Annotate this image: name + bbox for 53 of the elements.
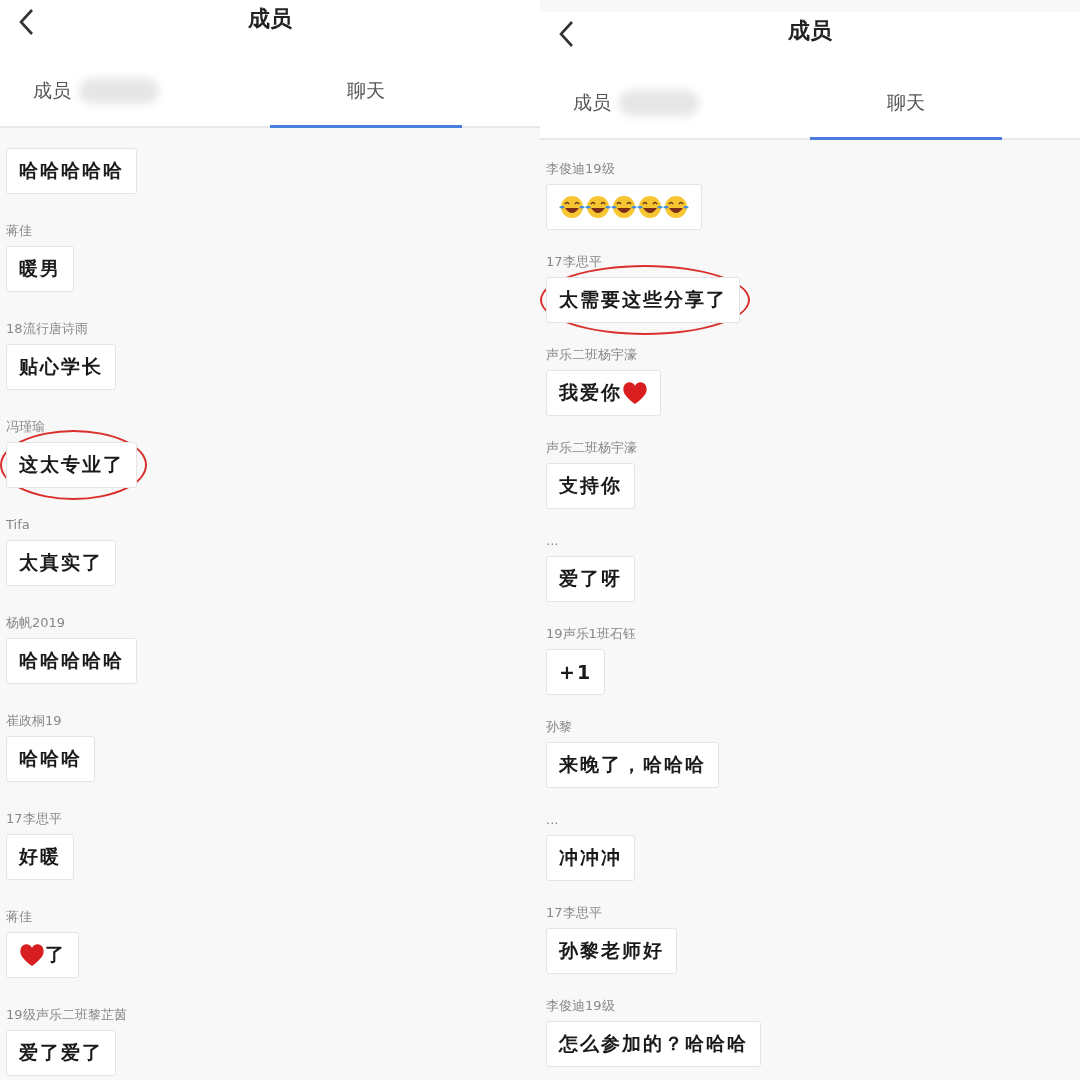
message-bubble: 这太专业了 xyxy=(6,442,137,488)
heart-icon xyxy=(19,943,45,967)
page-title: 成员 xyxy=(788,17,832,45)
laughing-emoji-icon xyxy=(637,195,663,219)
sender-name: 17李思平 xyxy=(546,904,602,922)
sender-name: 18流行唐诗雨 xyxy=(6,320,88,338)
back-icon[interactable] xyxy=(558,20,574,48)
back-icon[interactable] xyxy=(18,8,34,36)
message-bubble: 来晚了，哈哈哈 xyxy=(546,742,719,788)
tab[interactable]: 聊天 xyxy=(270,56,462,128)
message-bubble: 太需要这些分享了 xyxy=(546,277,740,323)
sender-name: 17李思平 xyxy=(6,810,62,828)
message-bubble: 暖男 xyxy=(6,246,74,292)
laughing-emoji-icon xyxy=(585,195,611,219)
sender-name: 冯瑾瑜 xyxy=(6,418,45,436)
message-bubble: 冲冲冲 xyxy=(546,835,635,881)
message-bubble: 爱了呀 xyxy=(546,556,635,602)
sender-name: 19声乐1班石钰 xyxy=(546,625,636,643)
message-bubble: 哈哈哈 xyxy=(6,736,95,782)
sender-name: 声乐二班杨宇濠 xyxy=(546,439,637,457)
sender-name: 17李思平 xyxy=(546,253,602,271)
sender-name: 19级声乐二班黎芷茵 xyxy=(6,1006,127,1024)
laughing-emoji-icon xyxy=(559,195,585,219)
tab[interactable]: 成员 xyxy=(540,68,732,140)
sender-name: 声乐二班杨宇濠 xyxy=(546,346,637,364)
message-bubble: 了 xyxy=(6,932,79,978)
message-bubble: 哈哈哈哈哈 xyxy=(6,148,137,194)
sender-name: ... xyxy=(546,811,559,829)
message-bubble: 太真实了 xyxy=(6,540,116,586)
page-title: 成员 xyxy=(248,5,292,33)
message-bubble: 哈哈哈哈哈 xyxy=(6,638,137,684)
tab[interactable]: 聊天 xyxy=(810,68,1002,140)
message-bubble: 我爱你 xyxy=(546,370,661,416)
message-bubble: 孙黎老师好 xyxy=(546,928,677,974)
tab[interactable]: 成员 xyxy=(0,56,192,128)
message-bubble: 怎么参加的？哈哈哈 xyxy=(546,1021,761,1067)
sender-name: 李俊迪19级 xyxy=(546,160,615,178)
message-bubble: 爱了爱了 xyxy=(6,1030,116,1076)
sender-name: 蒋佳 xyxy=(6,908,32,926)
laughing-emoji-icon xyxy=(663,195,689,219)
sender-name: 杨帆2019 xyxy=(6,614,66,632)
message-bubble: +1 xyxy=(546,649,606,695)
sender-name: Tifa xyxy=(6,516,30,534)
sender-name: 蒋佳 xyxy=(6,222,32,240)
message-bubble: 支持你 xyxy=(546,463,635,509)
sender-name: 崔政桐19 xyxy=(6,712,62,730)
sender-name: ... xyxy=(546,532,559,550)
sender-name: 孙黎 xyxy=(546,718,572,736)
heart-icon xyxy=(622,381,648,405)
message-bubble: 好暖 xyxy=(6,834,74,880)
sender-name: 李俊迪19级 xyxy=(546,997,615,1015)
message-bubble: 贴心学长 xyxy=(6,344,116,390)
laughing-emoji-icon xyxy=(611,195,637,219)
